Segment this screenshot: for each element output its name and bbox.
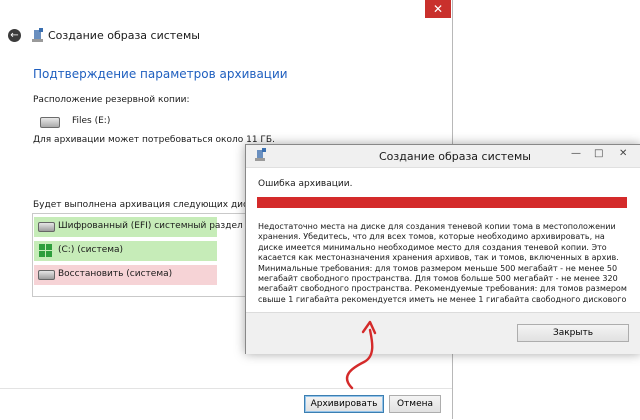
dialog-close-button[interactable]: ✕ [619,148,627,159]
list-item: (C:) (система) [34,241,217,261]
error-message: Недостаточно места на диске для создания… [258,222,627,306]
wizard-title: Создание образа системы [48,29,200,42]
dialog-footer: Закрыть [246,312,640,354]
window-close-button[interactable]: ✕ [425,0,451,18]
list-item: Восстановить (система) [34,265,217,285]
close-button[interactable]: Закрыть [517,324,629,342]
cancel-button[interactable]: Отмена [389,395,441,413]
disks-list-label: Будет выполнена архивация следующих диск… [33,200,268,210]
disk-label: (C:) (система) [58,245,124,255]
error-heading: Ошибка архивации. [258,179,353,189]
maximize-button[interactable]: □ [594,148,603,159]
disks-list: Шифрованный (EFI) системный раздел (C:) … [32,213,250,297]
wizard-nav-row: ← Создание образа системы [0,22,452,50]
archive-button[interactable]: Архивировать [304,395,384,413]
disk-label: Шифрованный (EFI) системный раздел [58,221,243,231]
space-required-note: Для архивации может потребоваться около … [33,135,275,145]
title-bar: ✕ [0,0,452,22]
disk-label: Восстановить (система) [58,269,173,279]
drive-icon [40,117,60,128]
error-dialog: Создание образа системы — □ ✕ Ошибка арх… [245,144,640,354]
drive-icon [38,270,55,280]
backup-location-label: Расположение резервной копии: [33,95,190,105]
error-progress-bar [257,197,627,208]
backup-drive-name: Files (E:) [72,116,111,126]
wizard-footer: Архивировать Отмена [0,388,452,420]
list-item: Шифрованный (EFI) системный раздел [34,217,243,237]
annotation-arrow-icon [345,320,377,390]
back-button[interactable]: ← [8,29,21,42]
backup-icon [255,148,266,161]
windows-drive-icon [39,244,53,258]
page-heading: Подтверждение параметров архивации [33,67,288,81]
dialog-title: Создание образа системы [379,150,531,163]
drive-icon [38,222,55,232]
minimize-button[interactable]: — [571,148,581,159]
backup-icon [32,28,43,42]
dialog-title-bar: Создание образа системы — □ ✕ [246,145,640,168]
